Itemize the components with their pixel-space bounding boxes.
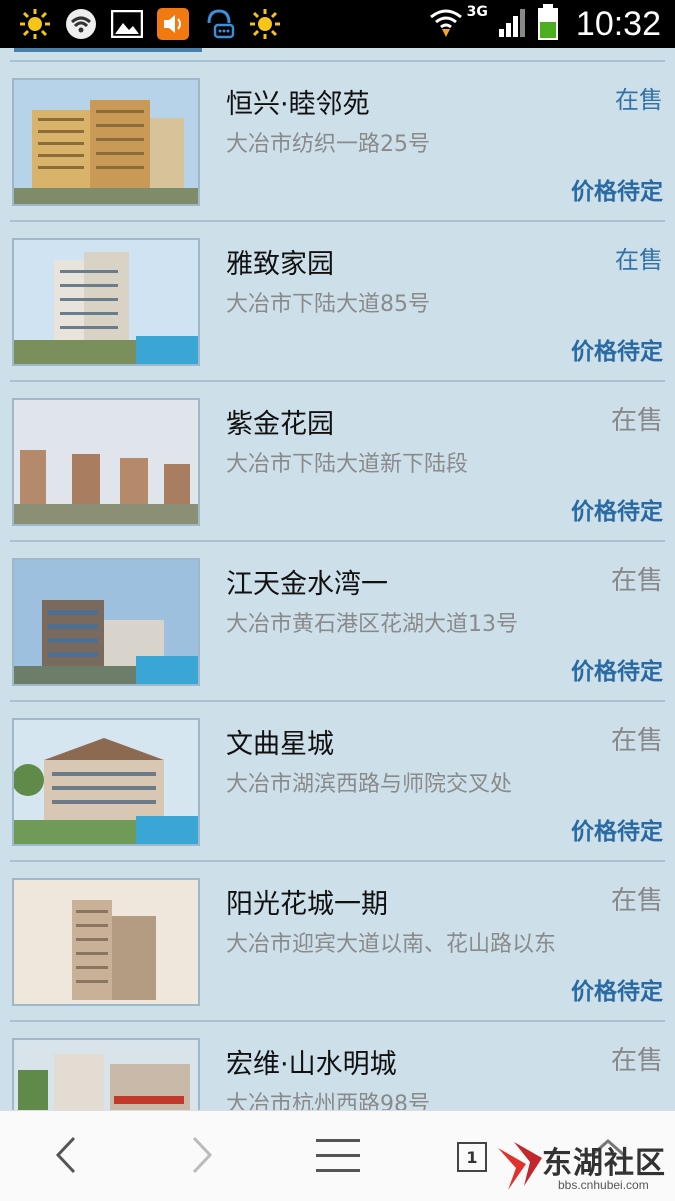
property-photo <box>12 1038 200 1110</box>
wifi-icon <box>64 7 98 41</box>
property-photo <box>12 718 200 846</box>
speaker-icon <box>156 7 190 41</box>
sale-status: 在售 <box>610 1046 663 1076</box>
sale-status: 在售 <box>615 86 663 114</box>
tabs-button[interactable]: 1 <box>442 1129 502 1185</box>
property-name: 宏维·山水明城 <box>226 1049 397 1080</box>
back-icon <box>54 1135 78 1179</box>
price-label: 价格待定 <box>571 979 663 1005</box>
property-name: 阳光花城一期 <box>226 889 388 920</box>
property-address: 大冶市下陆大道85号 <box>226 292 430 317</box>
property-address: 大冶市黄石港区花湖大道13号 <box>226 612 518 637</box>
sale-status: 在售 <box>610 406 663 436</box>
menu-icon <box>316 1137 360 1177</box>
sun-icon <box>18 7 52 41</box>
property-name: 文曲星城 <box>226 729 334 760</box>
property-address: 大冶市湖滨西路与师院交叉处 <box>226 772 513 797</box>
price-label: 价格待定 <box>571 499 663 525</box>
status-bar: 3G 10:32 <box>0 0 675 48</box>
property-photo <box>12 78 200 206</box>
price-label: 价格待定 <box>571 659 663 685</box>
property-address: 大冶市纺织一路25号 <box>226 132 430 157</box>
image-icon <box>110 7 144 41</box>
sale-status: 在售 <box>610 726 663 756</box>
property-address: 大冶市杭州西路98号 <box>226 1092 430 1110</box>
price-label: 价格待定 <box>571 819 663 845</box>
property-photo <box>12 238 200 366</box>
price-label: 价格待定 <box>571 179 663 205</box>
property-name: 江天金水湾一 <box>226 569 388 600</box>
system-indicators: 3G 10:32 <box>429 0 661 48</box>
property-photo <box>12 878 200 1006</box>
network-type: 3G <box>466 4 488 20</box>
clock: 10:32 <box>575 4 661 43</box>
list-item[interactable]: 雅致家园 大冶市下陆大道85号 在售 价格待定 <box>0 222 675 381</box>
sun-icon <box>248 7 282 41</box>
sale-status: 在售 <box>610 566 663 596</box>
property-name: 恒兴·睦邻苑 <box>226 89 370 120</box>
property-name: 紫金花园 <box>226 409 334 440</box>
list-item[interactable]: 紫金花园 大冶市下陆大道新下陆段 在售 价格待定 <box>0 382 675 541</box>
menu-button[interactable] <box>308 1129 368 1185</box>
property-photo <box>12 398 200 526</box>
list-item[interactable]: 阳光花城一期 大冶市迎宾大道以南、花山路以东 在售 价格待定 <box>0 862 675 1021</box>
price-label: 价格待定 <box>571 339 663 365</box>
watermark-text: 东湖社区 <box>542 1146 666 1181</box>
list-item[interactable]: 恒兴·睦邻苑 大冶市纺织一路25号 在售 价格待定 <box>0 62 675 221</box>
property-address: 大冶市迎宾大道以南、花山路以东 <box>226 932 557 957</box>
sale-status: 在售 <box>615 246 663 274</box>
property-address: 大冶市下陆大道新下陆段 <box>226 452 469 477</box>
chat-icon <box>202 7 236 41</box>
watermark-url: bbs.cnhubei.com <box>558 1178 649 1192</box>
property-photo <box>12 558 200 686</box>
previous-item-edge <box>14 48 202 52</box>
watermark: 东湖社区 bbs.cnhubei.com <box>496 1134 672 1196</box>
cell-signal-icon <box>498 7 526 41</box>
forward-icon <box>190 1135 214 1179</box>
property-list: 恒兴·睦邻苑 大冶市纺织一路25号 在售 价格待定 雅致家园 大冶市下陆大道85… <box>0 48 675 1110</box>
wifi-signal-icon <box>429 7 463 41</box>
site-logo-icon <box>496 1140 544 1192</box>
list-item[interactable]: 江天金水湾一 大冶市黄石港区花湖大道13号 在售 价格待定 <box>0 542 675 701</box>
tabs-icon: 1 <box>457 1142 487 1172</box>
sale-status: 在售 <box>610 886 663 916</box>
battery-icon <box>536 4 560 44</box>
notification-icons <box>18 6 282 42</box>
list-item[interactable]: 宏维·山水明城 大冶市杭州西路98号 在售 <box>0 1022 675 1110</box>
list-item[interactable]: 文曲星城 大冶市湖滨西路与师院交叉处 在售 价格待定 <box>0 702 675 861</box>
back-button[interactable] <box>36 1129 96 1185</box>
forward-button[interactable] <box>172 1129 232 1185</box>
property-name: 雅致家园 <box>226 249 334 280</box>
